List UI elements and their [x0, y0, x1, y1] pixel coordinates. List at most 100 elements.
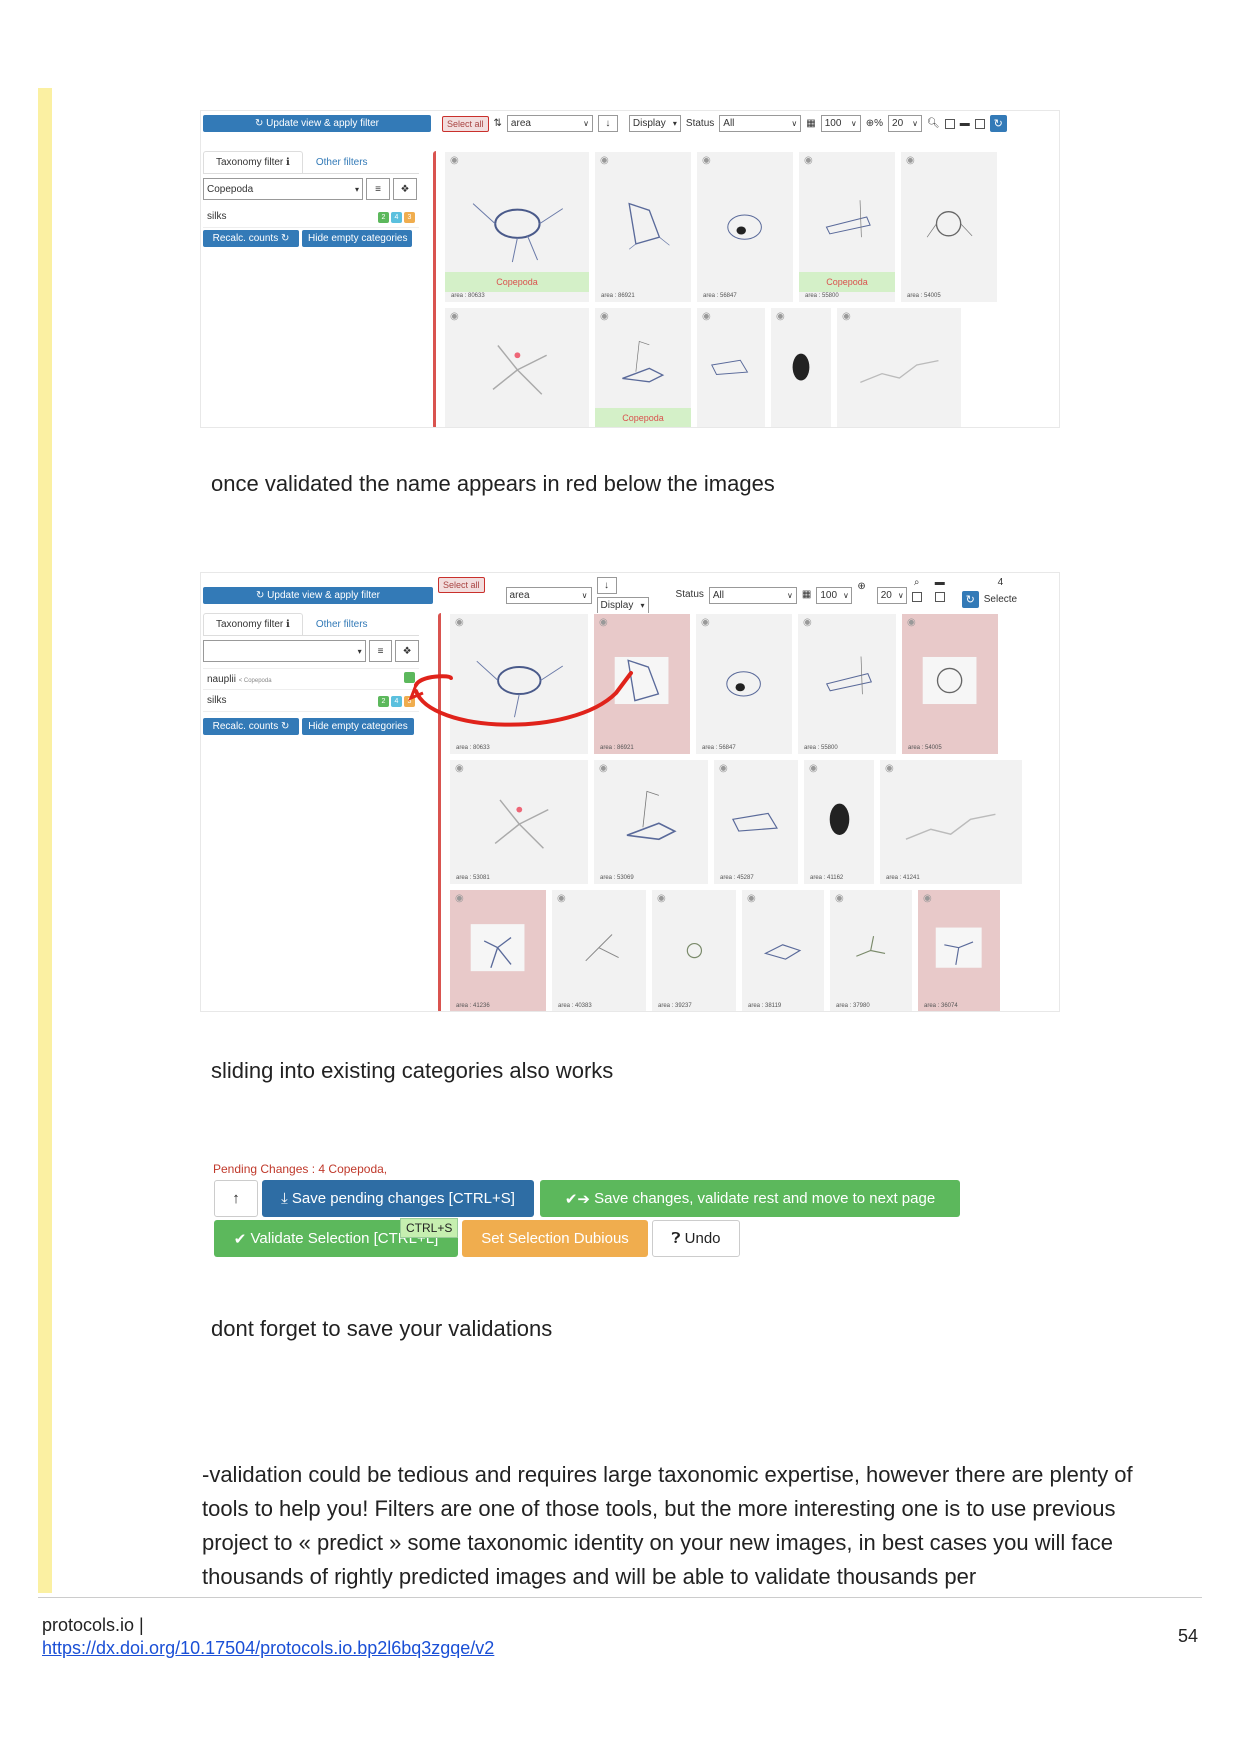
eye-icon[interactable]: ◉ [842, 311, 851, 322]
image-tile[interactable]: ◉ area : 54005 [900, 151, 998, 303]
list-button[interactable]: ≡ [366, 178, 390, 200]
scroll-top-button[interactable]: ↑ [214, 1180, 258, 1217]
chevron-down-icon: ∨ [850, 119, 857, 128]
undo-button[interactable]: ❓︎ Undo [652, 1220, 740, 1257]
image-tile[interactable]: ◉ area : 56847 [695, 613, 793, 755]
eye-icon[interactable]: ◉ [809, 763, 818, 774]
comment-checkbox[interactable] [974, 118, 985, 129]
tags-button[interactable]: ❖ [395, 640, 419, 662]
save-pending-button[interactable]: ⤓ Save pending changes [CTRL+S] [262, 1180, 534, 1217]
eye-icon[interactable]: ◉ [450, 155, 459, 166]
category-row-silks[interactable]: silks 243 [203, 690, 419, 712]
zoom-select[interactable]: 20 ∨ [876, 587, 907, 604]
eye-icon[interactable]: ◉ [657, 893, 666, 904]
image-tile[interactable]: ◉ area : 40383 [551, 889, 647, 1011]
image-tile[interactable]: ◉ [696, 307, 766, 427]
image-tile-selected[interactable]: ◉ area : 54005 [901, 613, 999, 755]
status-select[interactable]: All ∨ [719, 115, 802, 132]
image-tile[interactable]: ◉ area : 86921 [594, 151, 692, 303]
eye-icon[interactable]: ◉ [923, 893, 932, 904]
comment-checkbox[interactable] [934, 592, 945, 602]
recalc-counts-button[interactable]: Recalc. counts ↻ [203, 718, 299, 735]
category-row-nauplii[interactable]: nauplii < Copepoda [203, 668, 419, 690]
image-tile[interactable]: ◉ area : 38119 [741, 889, 825, 1011]
search-toggle: ⌕ [911, 577, 922, 602]
image-tile[interactable]: ◉ [770, 307, 832, 427]
eye-icon[interactable]: ◉ [702, 155, 711, 166]
image-tile[interactable]: ◉ area : 39237 [651, 889, 737, 1011]
eye-icon[interactable]: ◉ [599, 617, 608, 628]
search-icon: 🔍︎ [927, 118, 940, 129]
sort-select[interactable]: area ∨ [505, 587, 592, 604]
image-tile[interactable]: ◉ Copepoda [594, 307, 692, 427]
search-checkbox[interactable] [911, 592, 922, 602]
tab-other-filters[interactable]: Other filters [302, 151, 381, 173]
sort-select[interactable]: area ∨ [506, 115, 593, 132]
image-tile[interactable]: ◉ Copepoda area : 55800 [798, 151, 896, 303]
image-tile-selected[interactable]: ◉ area : 36074 [917, 889, 1001, 1011]
zoom-select[interactable]: 20 ∨ [888, 115, 923, 132]
eye-icon[interactable]: ◉ [600, 155, 609, 166]
refresh-button[interactable]: ↻ [989, 115, 1007, 132]
eye-icon[interactable]: ◉ [455, 893, 464, 904]
doi-link[interactable]: https://dx.doi.org/10.17504/protocols.io… [42, 1638, 494, 1658]
eye-icon[interactable]: ◉ [885, 763, 894, 774]
set-dubious-button[interactable]: Set Selection Dubious [462, 1220, 648, 1257]
display-dropdown[interactable]: Display ▾ [596, 597, 649, 614]
save-validate-next-button[interactable]: ✔➔ Save changes, validate rest and move … [540, 1180, 960, 1217]
image-tile-selected[interactable]: ◉ area : 41236 [449, 889, 547, 1011]
eye-icon[interactable]: ◉ [557, 893, 566, 904]
eye-icon[interactable]: ◉ [747, 893, 756, 904]
tab-other-filters[interactable]: Other filters [302, 613, 381, 635]
list-button[interactable]: ≡ [368, 640, 393, 662]
status-value: All [723, 118, 735, 129]
image-tile[interactable]: ◉ area : 53081 [449, 759, 589, 885]
status-select[interactable]: All ∨ [708, 587, 797, 604]
refresh-button[interactable]: ↻ [961, 591, 979, 608]
eye-icon[interactable]: ◉ [600, 311, 609, 322]
eye-icon[interactable]: ◉ [455, 763, 464, 774]
eye-icon[interactable]: ◉ [599, 763, 608, 774]
sort-direction-button[interactable]: ↓ [596, 577, 617, 594]
tab-taxonomy-filter[interactable]: Taxonomy filter ℹ [203, 151, 303, 173]
eye-icon[interactable]: ◉ [776, 311, 785, 322]
image-tile[interactable]: ◉ area : 37980 [829, 889, 913, 1011]
eye-icon[interactable]: ◉ [835, 893, 844, 904]
image-tile[interactable]: ◉ area : 45287 [713, 759, 799, 885]
update-view-button[interactable]: ↻ Update view & apply filter [203, 115, 431, 132]
select-all-button[interactable]: Select all [438, 577, 485, 593]
image-tile[interactable]: ◉ area : 56847 [696, 151, 794, 303]
image-tile[interactable]: ◉ [836, 307, 962, 427]
eye-icon[interactable]: ◉ [803, 617, 812, 628]
taxon-select[interactable]: Copepoda ▾ [203, 178, 363, 200]
category-row-silks[interactable]: silks 243 [203, 206, 419, 228]
update-view-button[interactable]: ↻ Update view & apply filter [203, 587, 433, 604]
image-tile[interactable]: ◉ [444, 307, 590, 427]
image-tile[interactable]: ◉ area : 55800 [797, 613, 897, 755]
sort-direction-button[interactable]: ↓ [597, 115, 618, 132]
search-checkbox[interactable] [944, 118, 955, 129]
tab-taxonomy-filter[interactable]: Taxonomy filter ℹ [203, 613, 303, 635]
tags-button[interactable]: ❖ [393, 178, 417, 200]
eye-icon[interactable]: ◉ [702, 311, 711, 322]
eye-icon[interactable]: ◉ [455, 617, 464, 628]
eye-icon[interactable]: ◉ [701, 617, 710, 628]
eye-icon[interactable]: ◉ [907, 617, 916, 628]
eye-icon[interactable]: ◉ [804, 155, 813, 166]
hide-empty-button[interactable]: Hide empty categories [302, 230, 412, 247]
image-tile[interactable]: ◉ area : 41241 [879, 759, 1023, 885]
count-badge-blue: 4 [391, 211, 402, 223]
recalc-counts-button[interactable]: Recalc. counts ↻ [203, 230, 299, 247]
select-all-button[interactable]: Select all [442, 115, 489, 132]
eye-icon[interactable]: ◉ [450, 311, 459, 322]
eye-icon[interactable]: ◉ [906, 155, 915, 166]
per-page-select[interactable]: 100 ∨ [816, 587, 853, 604]
image-tile[interactable]: ◉ Copepoda area : 80633 [444, 151, 590, 303]
eye-icon[interactable]: ◉ [719, 763, 728, 774]
area-value: area : 53081 [456, 875, 490, 881]
image-tile[interactable]: ◉ area : 53069 [593, 759, 709, 885]
display-dropdown[interactable]: Display ▾ [628, 115, 681, 132]
taxon-select[interactable]: ▾ [203, 640, 366, 662]
per-page-select[interactable]: 100 ∨ [820, 115, 861, 132]
image-tile[interactable]: ◉ area : 41162 [803, 759, 875, 885]
